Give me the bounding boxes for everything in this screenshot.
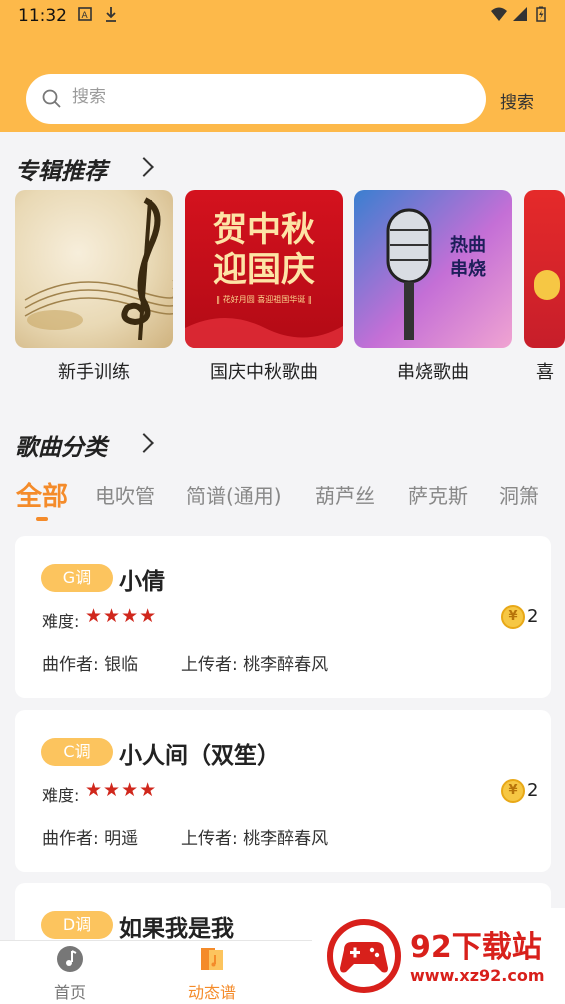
svg-text:A: A [82,11,89,21]
uploader: 上传者: 桃李醉春风 [181,829,329,849]
album-cover-subtext: ‖ 花好月圆 喜迎祖国华诞 ‖ [216,295,312,304]
song-card[interactable]: C调 小人间（双笙） 难度: ★★★★ ¥ 2 曲作者: 明遥 上传者: 桃李醉… [15,710,551,872]
album-label: 喜 [536,362,554,383]
gamepad-logo-icon [327,919,401,993]
search-icon [42,89,61,108]
difficulty-stars: ★★★★ [85,779,158,801]
album-cover-text: 贺中秋 [213,210,315,250]
albums-section-title[interactable]: 专辑推荐 [15,152,107,186]
album-cover-text: 热曲 [450,235,486,256]
status-time: 11:32 [18,6,67,26]
song-card[interactable]: G调 小倩 难度: ★★★★ ¥ 2 曲作者: 银临 上传者: 桃李醉春风 [15,536,551,698]
song-title: 小倩 [119,569,165,595]
price: 2 [527,606,539,627]
tab-all[interactable]: 全部 [16,476,68,513]
nav-label: 首页 [53,983,86,1002]
header: 11:32 A 搜索 [0,0,565,132]
album-cover: 热曲 串烧 [354,190,512,348]
wave-decoration [185,318,343,348]
battery-icon [536,6,546,22]
difficulty-label: 难度: [42,786,80,805]
watermark-title: 92下载站 [410,930,542,965]
album-label: 串烧歌曲 [397,362,469,383]
key-badge: C调 [41,738,113,766]
album-card-partial[interactable]: 喜 [524,190,565,384]
album-cover-text: 迎国庆 [213,250,315,290]
search-input[interactable] [72,87,452,107]
chevron-right-icon[interactable] [134,157,154,177]
album-cover: 贺中秋 迎国庆 ‖ 花好月圆 喜迎祖国华诞 ‖ [185,190,343,348]
tab-hulusi[interactable]: 葫芦丝 [315,480,375,509]
nav-home[interactable]: 首页 [30,945,110,1003]
tab-dongxiao[interactable]: 洞箫 [499,480,539,509]
category-section-title[interactable]: 歌曲分类 [15,428,107,462]
treble-clef-image [24,197,173,341]
uploader: 上传者: 桃李醉春风 [181,655,329,675]
microphone-image [386,208,432,340]
status-bar: 11:32 A [0,0,565,32]
search-bar[interactable] [26,74,486,124]
font-icon: A [78,7,92,21]
coin-icon: ¥ [501,605,525,629]
album-cover [15,190,173,348]
key-badge: G调 [41,564,113,592]
chevron-right-icon[interactable] [134,433,154,453]
album-card-medley[interactable]: 热曲 串烧 串烧歌曲 [354,190,512,384]
song-title: 小人间（双笙） [119,743,280,769]
album-label: 新手训练 [58,362,130,383]
tab-electric-wind[interactable]: 电吹管 [95,480,155,509]
tab-numbered-notation[interactable]: 简谱(通用) [186,480,282,509]
watermark: 92下载站 www.xz92.com [312,908,565,1004]
album-cover-text: 串烧 [450,259,486,280]
composer: 曲作者: 银临 [42,655,139,675]
download-icon [106,7,116,22]
music-note-icon [57,946,83,972]
coin-icon: ¥ [501,779,525,803]
wifi-icon [491,7,507,21]
song-title: 如果我是我 [119,916,234,942]
nav-label: 动态谱 [187,983,236,1002]
difficulty-label: 难度: [42,612,80,631]
tab-saxophone[interactable]: 萨克斯 [408,480,468,509]
nav-dynamic-score[interactable]: 动态谱 [172,945,252,1003]
album-card-national-day[interactable]: 贺中秋 迎国庆 ‖ 花好月圆 喜迎祖国华诞 ‖ 国庆中秋歌曲 [185,190,343,384]
search-button[interactable]: 搜索 [500,88,534,113]
active-tab-indicator [36,517,48,521]
key-badge: D调 [41,911,113,939]
album-card-training[interactable]: 新手训练 [15,190,173,384]
sheet-music-icon [201,948,223,970]
album-cover [524,190,565,348]
album-label: 国庆中秋歌曲 [210,362,318,383]
difficulty-stars: ★★★★ [85,605,158,627]
signal-icon [513,7,527,21]
price: 2 [527,780,539,801]
watermark-url: www.xz92.com [410,966,545,985]
composer: 曲作者: 明遥 [42,829,139,849]
